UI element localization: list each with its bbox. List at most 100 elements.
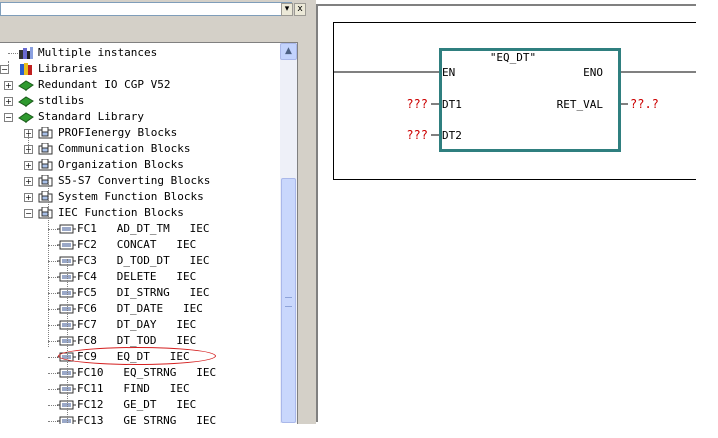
- eno-pin-label: ENO: [583, 66, 603, 79]
- tree-node[interactable]: FC10 EQ_STRNG IEC: [0, 365, 280, 381]
- dt2-pin-label: DT2: [442, 129, 462, 142]
- function-block-icon: [57, 415, 76, 424]
- tree-node[interactable]: − Libraries: [0, 61, 280, 77]
- expand-icon[interactable]: +: [4, 81, 13, 90]
- lad-editor-pane[interactable]: "EQ_DT" EN ENO DT1 DT2 RET_VAL ??? ??? ?…: [316, 4, 696, 422]
- multiple-instances-icon: [18, 47, 34, 59]
- chevron-up-icon: ▲: [285, 46, 292, 56]
- tree-node[interactable]: FC9 EQ_DT IEC: [0, 349, 280, 365]
- dropdown-button[interactable]: ▾: [281, 3, 293, 16]
- catalog-filter-combo[interactable]: [0, 2, 292, 16]
- tree-node-label: FC2 CONCAT IEC: [77, 238, 197, 251]
- tree-node[interactable]: FC11 FIND IEC: [0, 381, 280, 397]
- tree-node-label: Standard Library: [38, 110, 144, 123]
- tree-node-label: Redundant IO CGP V52: [38, 78, 171, 91]
- dt1-pin-label: DT1: [442, 98, 462, 111]
- tree-node[interactable]: FC7 DT_DAY IEC: [0, 317, 280, 333]
- function-block-icon: [57, 335, 76, 347]
- tree-node[interactable]: + Organization Blocks: [0, 157, 280, 173]
- catalog-pane: ▾ x Multiple instances − Libraries + Redunda…: [0, 0, 308, 424]
- lad-diagram: "EQ_DT" EN ENO DT1 DT2 RET_VAL ??? ??? ?…: [333, 48, 696, 152]
- function-block-icon: [57, 255, 76, 267]
- tree-node[interactable]: + stdlibs: [0, 93, 280, 109]
- bottom-margin: [0, 424, 718, 438]
- tree-node-label: FC9 EQ_DT IEC: [77, 350, 190, 363]
- tree-guide-line: [28, 129, 29, 153]
- function-block-icon: [57, 399, 76, 411]
- tree-node[interactable]: FC4 DELETE IEC: [0, 269, 280, 285]
- tree-node-label: FC7 DT_DAY IEC: [77, 318, 197, 331]
- tree-connector: [8, 53, 18, 54]
- tree-node[interactable]: + PROFIenergy Blocks: [0, 125, 280, 141]
- catalog-tree: Multiple instances − Libraries + Redundant I…: [0, 42, 298, 424]
- tree-node[interactable]: + System Function Blocks: [0, 189, 280, 205]
- tree-scrollbar[interactable]: ▲: [280, 43, 297, 423]
- tree-node-label: PROFIenergy Blocks: [58, 126, 178, 139]
- tree-node[interactable]: − IEC Function Blocks: [0, 205, 280, 221]
- tree-node[interactable]: FC12 GE_DT IEC: [0, 397, 280, 413]
- function-block-icon: [57, 383, 76, 395]
- collapse-icon[interactable]: −: [4, 113, 13, 122]
- tree-node-label: FC10 EQ_STRNG IEC: [77, 366, 217, 379]
- tree-node-label: FC13 GE_STRNG IEC: [77, 414, 217, 424]
- tree-node[interactable]: Multiple instances: [0, 45, 280, 61]
- tree-node-label: S5-S7 Converting Blocks: [58, 174, 211, 187]
- tree-node[interactable]: FC3 D_TOD_DT IEC: [0, 253, 280, 269]
- ret-val-pin-label: RET_VAL: [557, 98, 604, 111]
- tree-node[interactable]: + Redundant IO CGP V52: [0, 77, 280, 93]
- library-book-icon: [18, 111, 34, 123]
- function-block-icon: [57, 351, 76, 363]
- tree-node-label: FC1 AD_DT_TM IEC: [77, 222, 210, 235]
- block-title: "EQ_DT": [490, 51, 536, 64]
- tree-node-label: FC3 D_TOD_DT IEC: [77, 254, 210, 267]
- function-block-icon: [57, 239, 76, 251]
- tree-node[interactable]: FC1 AD_DT_TM IEC: [0, 221, 280, 237]
- dt2-operand[interactable]: ???: [406, 128, 428, 142]
- tree-node-label: Organization Blocks: [58, 158, 184, 171]
- tree-guide-line: [48, 177, 49, 347]
- function-block-icon: [57, 271, 76, 283]
- libraries-icon: [18, 63, 34, 75]
- tree-node-label: FC12 GE_DT IEC: [77, 398, 197, 411]
- pane-splitter[interactable]: [308, 0, 316, 424]
- tree-node-label: IEC Function Blocks: [58, 206, 184, 219]
- tree-node[interactable]: FC6 DT_DATE IEC: [0, 301, 280, 317]
- scroll-up-button[interactable]: ▲: [280, 43, 297, 60]
- block-folder-icon: [38, 142, 54, 155]
- en-pin-label: EN: [442, 66, 455, 79]
- collapse-icon[interactable]: −: [24, 209, 33, 218]
- expand-icon[interactable]: +: [4, 97, 13, 106]
- expand-icon[interactable]: +: [24, 161, 33, 170]
- close-icon: x: [297, 4, 303, 14]
- close-button[interactable]: x: [294, 3, 306, 16]
- tree-node[interactable]: FC5 DI_STRNG IEC: [0, 285, 280, 301]
- function-block-icon: [57, 287, 76, 299]
- ret-val-operand[interactable]: ??.?: [630, 97, 659, 111]
- tree-node-label: FC4 DELETE IEC: [77, 270, 197, 283]
- tree-node-label: Multiple instances: [38, 46, 158, 59]
- expand-icon[interactable]: +: [24, 193, 33, 202]
- tree-node-label: FC5 DI_STRNG IEC: [77, 286, 210, 299]
- tree-node-label: Communication Blocks: [58, 142, 191, 155]
- tree-node[interactable]: − Standard Library: [0, 109, 280, 125]
- block-folder-icon: [38, 206, 54, 219]
- function-block-icon: [57, 319, 76, 331]
- dt1-operand[interactable]: ???: [406, 97, 428, 111]
- tree-node-label: FC8 DT_TOD IEC: [77, 334, 197, 347]
- function-block-icon: [57, 367, 76, 379]
- tree-node[interactable]: FC8 DT_TOD IEC: [0, 333, 280, 349]
- tree-node[interactable]: FC13 GE_STRNG IEC: [0, 413, 280, 424]
- tree-node[interactable]: FC2 CONCAT IEC: [0, 237, 280, 253]
- block-folder-icon: [38, 190, 54, 203]
- block-folder-icon: [38, 174, 54, 187]
- tree-node-label: FC11 FIND IEC: [77, 382, 190, 395]
- expand-icon[interactable]: +: [24, 177, 33, 186]
- tree-guide-line: [8, 61, 9, 67]
- tree-node-label: FC6 DT_DATE IEC: [77, 302, 203, 315]
- tree-node-label: stdlibs: [38, 94, 85, 107]
- block-folder-icon: [38, 126, 54, 139]
- scroll-grip-icon: [285, 297, 292, 307]
- tree-node[interactable]: + S5-S7 Converting Blocks: [0, 173, 280, 189]
- tree-node[interactable]: + Communication Blocks: [0, 141, 280, 157]
- scroll-thumb[interactable]: [281, 178, 296, 423]
